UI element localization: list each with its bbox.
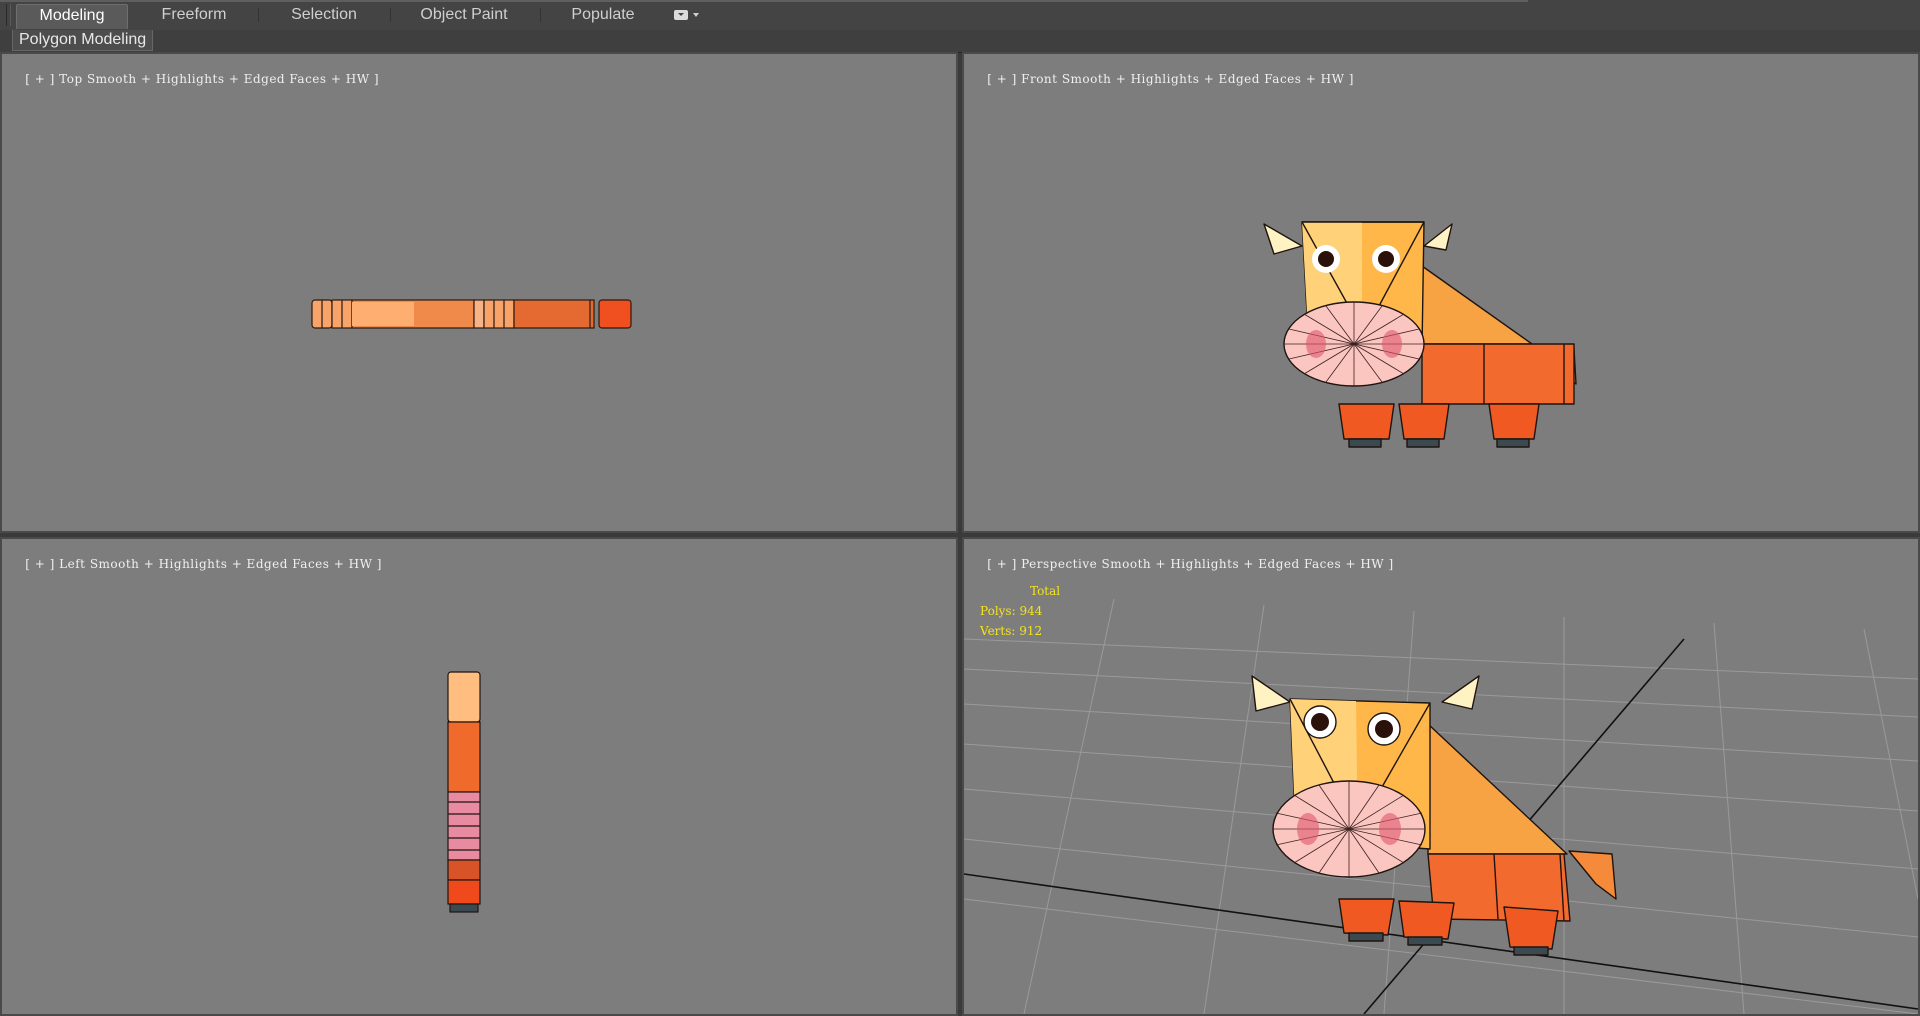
perspective-scene [964,598,1918,1014]
ribbon-tab-bar: Modeling Freeform Selection Object Paint… [0,0,1920,31]
ribbon-top-edge [0,0,1528,2]
tab-separator [540,8,541,22]
tab-selection[interactable]: Selection [278,4,370,26]
ribbon-grip-handle[interactable] [6,4,11,26]
tab-object-paint[interactable]: Object Paint [408,4,520,26]
viewport-perspective[interactable]: [ + ] Perspective Smooth + Highlights + … [962,537,1920,1016]
tab-populate[interactable]: Populate [558,4,648,26]
toggle-options-icon [674,10,688,20]
tab-separator [258,8,259,22]
viewport-left[interactable]: [ + ] Left Smooth + Highlights + Edged F… [0,537,958,1016]
viewport-top[interactable]: [ + ] Top Smooth + Highlights + Edged Fa… [0,52,958,533]
model-cow-front-view [1263,221,1577,448]
chevron-down-icon [693,13,699,17]
ribbon-options-button[interactable] [674,9,706,23]
tab-freeform[interactable]: Freeform [148,4,240,26]
model-top-view [311,299,632,329]
model-cow-perspective [1251,675,1617,956]
tab-modeling[interactable]: Modeling [16,4,128,29]
model-left-view [447,671,481,913]
viewport-front[interactable]: [ + ] Front Smooth + Highlights + Edged … [962,52,1920,533]
tab-separator [390,8,391,22]
ribbon-panel-bar: Polygon Modeling [0,30,1920,53]
polygon-modeling-panel-button[interactable]: Polygon Modeling [12,30,154,51]
